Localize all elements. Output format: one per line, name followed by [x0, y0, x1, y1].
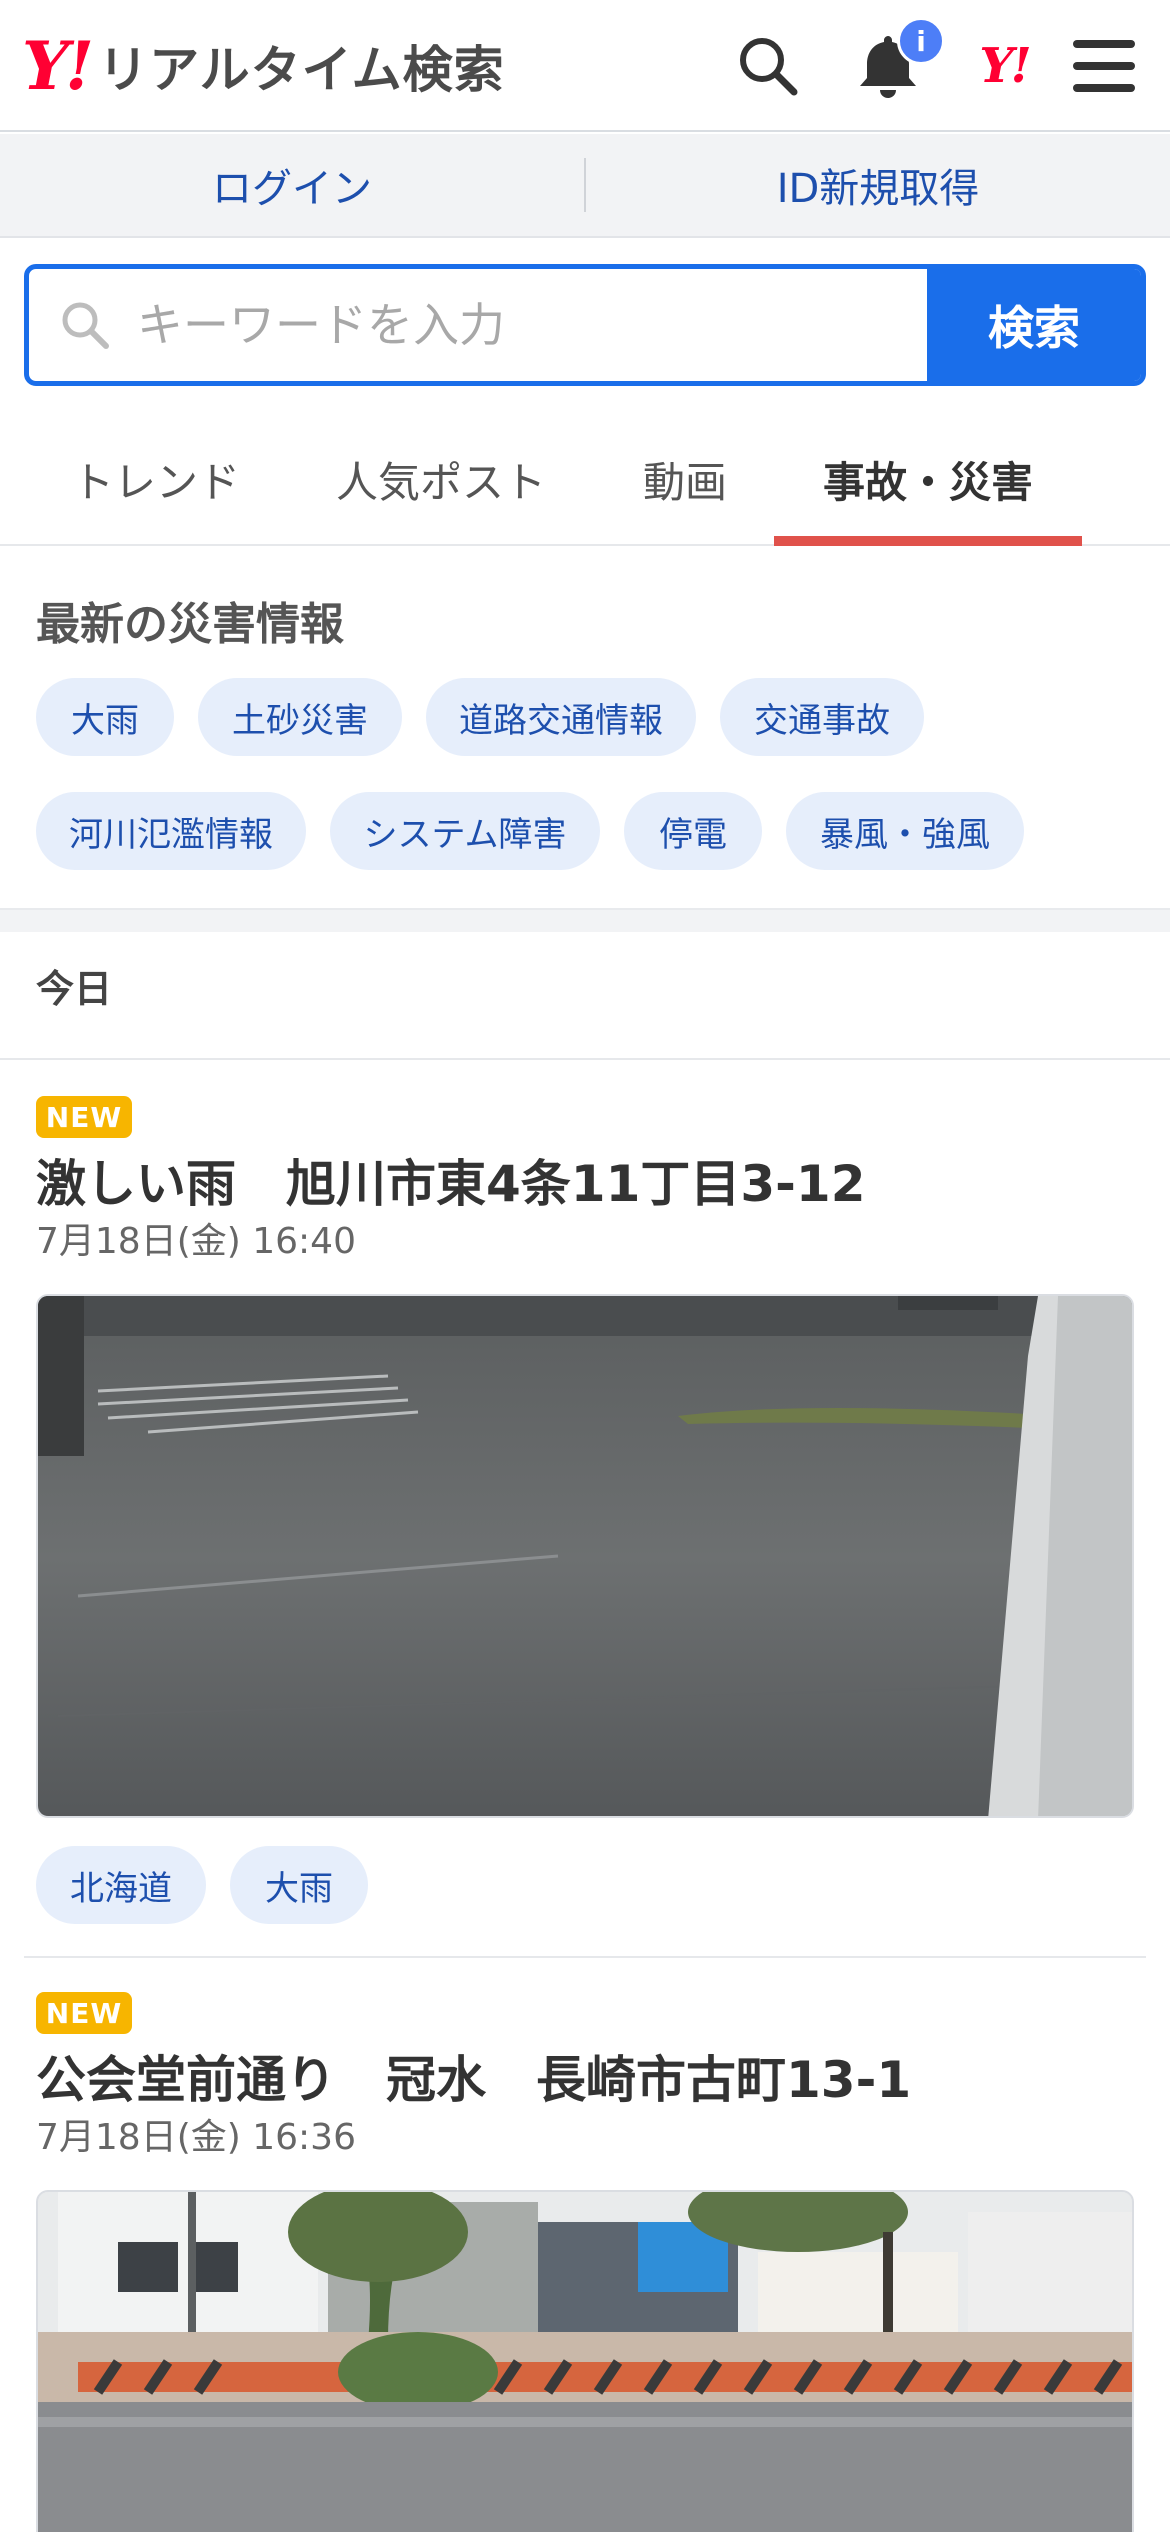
- chip-traffic-accident[interactable]: 交通事故: [720, 678, 924, 756]
- post-timestamp: 7月18日(金) 16:36: [36, 2117, 356, 2158]
- chip-river-flooding[interactable]: 河川氾濫情報: [36, 792, 306, 870]
- chip-power-outage[interactable]: 停電: [624, 792, 762, 870]
- yahoo-japan-mark: Y!: [979, 38, 1031, 94]
- search-icon[interactable]: [728, 24, 808, 108]
- yahoo-japan-icon[interactable]: Y!: [964, 24, 1044, 108]
- logo-title: リアルタイム検索: [98, 41, 505, 99]
- tab-trend[interactable]: トレンド: [36, 414, 276, 544]
- chip-heavy-rain[interactable]: 大雨: [36, 678, 174, 756]
- search-field-wrapper: [29, 269, 927, 381]
- disaster-info-section: 最新の災害情報 大雨 土砂災害 道路交通情報 交通事故 河川氾濫情報 システム障…: [0, 548, 1170, 908]
- chip-system-failure[interactable]: システム障害: [330, 792, 600, 870]
- search-input[interactable]: [137, 298, 837, 352]
- feed-post[interactable]: NEW 激しい雨 旭川市東4条11丁目3-12 7月18日(金) 16:40 北…: [0, 1060, 1170, 1960]
- register-link[interactable]: ID新規取得: [586, 156, 1170, 214]
- section-separator: [0, 908, 1170, 932]
- hamburger-menu-icon[interactable]: [1064, 24, 1144, 108]
- chip-road-traffic[interactable]: 道路交通情報: [426, 678, 696, 756]
- app-header: Y! リアルタイム検索 i Y!: [0, 0, 1170, 132]
- yahoo-realtime-logo[interactable]: Y! リアルタイム検索: [22, 28, 505, 104]
- search-button[interactable]: 検索: [927, 269, 1141, 381]
- tab-popular-posts[interactable]: 人気ポスト: [316, 414, 566, 544]
- post-timestamp: 7月18日(金) 16:40: [36, 1221, 356, 1262]
- tab-accidents-disasters[interactable]: 事故・災害: [774, 414, 1082, 544]
- new-badge: NEW: [36, 1992, 132, 2034]
- search-field-icon: [62, 302, 109, 349]
- search-form: 検索: [24, 264, 1146, 386]
- active-tab-indicator: [774, 536, 1082, 546]
- post-title[interactable]: 激しい雨 旭川市東4条11丁目3-12: [36, 1144, 866, 1216]
- post-tag-hokkaido[interactable]: 北海道: [36, 1846, 206, 1924]
- post-title[interactable]: 公会堂前通り 冠水 長崎市古町13-1: [36, 2040, 911, 2112]
- category-tabs: トレンド 人気ポスト 動画 事故・災害: [0, 414, 1170, 546]
- notification-badge[interactable]: i: [897, 17, 945, 65]
- feed-date-label: 今日: [36, 967, 113, 1011]
- chip-landslide[interactable]: 土砂災害: [198, 678, 402, 756]
- account-bar: ログイン ID新規取得: [0, 134, 1170, 238]
- new-badge: NEW: [36, 1096, 132, 1138]
- yahoo-logo-mark: Y!: [22, 27, 94, 105]
- post-video-thumbnail[interactable]: [36, 1294, 1134, 1818]
- tab-videos[interactable]: 動画: [610, 414, 760, 544]
- login-link[interactable]: ログイン: [0, 156, 584, 214]
- post-video-thumbnail[interactable]: [36, 2190, 1134, 2532]
- chip-storm-wind[interactable]: 暴風・強風: [786, 792, 1024, 870]
- post-tag-heavy-rain[interactable]: 大雨: [230, 1846, 368, 1924]
- disaster-section-title: 最新の災害情報: [36, 599, 344, 650]
- feed-post[interactable]: NEW 公会堂前通り 冠水 長崎市古町13-1 7月18日(金) 16:36: [0, 1956, 1170, 2532]
